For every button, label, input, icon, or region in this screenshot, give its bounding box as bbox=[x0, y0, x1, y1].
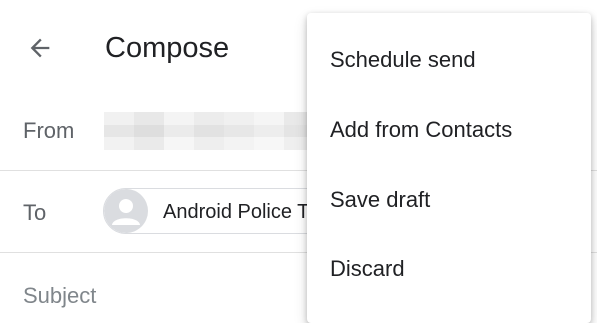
from-label: From bbox=[23, 118, 75, 143]
page-title: Compose bbox=[105, 32, 230, 64]
recipient-name: Android Police T bbox=[163, 201, 310, 223]
menu-item-label: Discard bbox=[330, 256, 405, 281]
menu-item-label: Save draft bbox=[330, 187, 431, 212]
back-button[interactable] bbox=[20, 28, 60, 68]
arrow-back-icon bbox=[30, 38, 50, 58]
compose-screen: Compose From To Android Police T Subject… bbox=[0, 0, 597, 323]
person-icon bbox=[112, 199, 140, 225]
menu-item-discard[interactable]: Discard bbox=[307, 236, 591, 302]
menu-item-label: Add from Contacts bbox=[330, 117, 513, 142]
menu-item-schedule-send[interactable]: Schedule send bbox=[307, 27, 591, 93]
overflow-menu: Schedule send Add from Contacts Save dra… bbox=[307, 13, 591, 323]
menu-item-add-from-contacts[interactable]: Add from Contacts bbox=[307, 97, 591, 163]
to-label: To bbox=[23, 200, 47, 225]
menu-item-save-draft[interactable]: Save draft bbox=[307, 167, 591, 233]
subject-field[interactable]: Subject bbox=[23, 282, 96, 310]
menu-item-label: Schedule send bbox=[330, 47, 476, 72]
from-address-redacted[interactable] bbox=[104, 112, 314, 150]
avatar bbox=[104, 189, 148, 233]
